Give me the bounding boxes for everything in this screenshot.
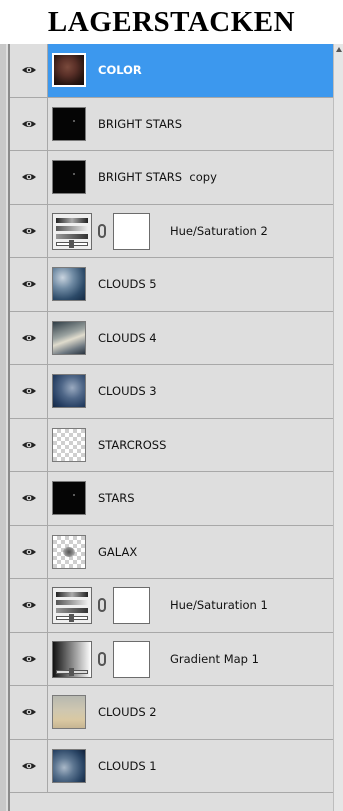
- layer-thumbnail[interactable]: [52, 481, 86, 515]
- layer-row[interactable]: BRIGHT STARS: [10, 97, 333, 151]
- panel-left-strip: [0, 44, 6, 811]
- layer-mask-thumbnail[interactable]: [113, 587, 150, 624]
- adjustment-bar: [56, 233, 88, 239]
- layers-panel: COLOR BRIGHT STARS BRIGHT STARS copy Hue/Sa…: [0, 44, 343, 811]
- layer-name: STARCROSS: [98, 437, 167, 452]
- layer-row[interactable]: STARCROSS: [10, 418, 333, 472]
- layer-row[interactable]: CLOUDS 3: [10, 365, 333, 419]
- layer-row[interactable]: Hue/Saturation 1: [10, 579, 333, 633]
- layer-thumbnail[interactable]: [52, 374, 86, 408]
- chain-link-icon[interactable]: [98, 223, 106, 238]
- layer-name: Gradient Map 1: [170, 651, 259, 666]
- layer-list: COLOR BRIGHT STARS BRIGHT STARS copy Hue/Sa…: [10, 44, 333, 793]
- layer-name: CLOUDS 3: [98, 384, 157, 399]
- eye-icon[interactable]: [10, 365, 48, 418]
- hue-saturation-icon[interactable]: [52, 212, 92, 250]
- layer-row[interactable]: COLOR: [10, 44, 333, 98]
- adjustment-slider-icon: [56, 239, 88, 248]
- layer-thumbnail[interactable]: [52, 53, 86, 87]
- layer-mask-thumbnail[interactable]: [113, 640, 150, 678]
- adjustment-bar: [56, 217, 88, 223]
- layer-thumbnail[interactable]: [52, 748, 86, 783]
- layer-row[interactable]: CLOUDS 1: [10, 739, 333, 793]
- layer-row[interactable]: GALAX: [10, 525, 333, 579]
- layer-name: CLOUDS 5: [98, 277, 157, 292]
- eye-icon[interactable]: [10, 204, 48, 257]
- layer-row[interactable]: STARS: [10, 472, 333, 526]
- layer-row[interactable]: Hue/Saturation 2: [10, 204, 333, 258]
- adjustment-bar: [56, 592, 88, 597]
- page-title: LAGERSTACKEN: [47, 6, 296, 38]
- layer-name: Hue/Saturation 1: [170, 598, 268, 613]
- layer-row[interactable]: CLOUDS 4: [10, 311, 333, 365]
- adjustment-bar: [56, 600, 88, 605]
- layer-name: BRIGHT STARS copy: [98, 170, 217, 185]
- galaxy-shape: [63, 546, 75, 557]
- layer-thumbnail[interactable]: [52, 695, 86, 729]
- layer-row[interactable]: CLOUDS 5: [10, 258, 333, 312]
- layer-name: COLOR: [98, 63, 142, 78]
- layer-name: CLOUDS 2: [98, 705, 157, 720]
- adjustment-bar: [56, 225, 88, 231]
- layer-row[interactable]: BRIGHT STARS copy: [10, 151, 333, 205]
- eye-icon[interactable]: [10, 525, 48, 578]
- layer-thumbnail[interactable]: [52, 427, 86, 462]
- layer-name: CLOUDS 1: [98, 758, 157, 773]
- adjustment-bar: [56, 608, 88, 613]
- eye-icon[interactable]: [10, 97, 48, 150]
- layer-name: GALAX: [98, 544, 138, 559]
- adjustment-slider-icon: [56, 667, 88, 676]
- eye-icon[interactable]: [10, 44, 48, 97]
- layer-name: STARS: [98, 491, 135, 506]
- eye-icon[interactable]: [10, 579, 48, 632]
- eye-icon[interactable]: [10, 151, 48, 204]
- layer-row[interactable]: Gradient Map 1: [10, 632, 333, 686]
- adjustment-slider-icon: [56, 614, 88, 622]
- layer-thumbnail[interactable]: [52, 267, 86, 301]
- layer-mask-thumbnail[interactable]: [113, 212, 150, 250]
- scrollbar[interactable]: [333, 44, 343, 811]
- eye-icon[interactable]: [10, 418, 48, 471]
- scroll-up-arrow-icon[interactable]: [336, 47, 342, 52]
- chain-link-icon[interactable]: [98, 598, 106, 612]
- eye-icon[interactable]: [10, 258, 48, 311]
- gradient-map-icon[interactable]: [52, 640, 92, 678]
- eye-icon[interactable]: [10, 739, 48, 792]
- layer-thumbnail[interactable]: [52, 106, 86, 141]
- layer-thumbnail[interactable]: [52, 160, 86, 194]
- layer-thumbnail[interactable]: [52, 534, 86, 569]
- eye-icon[interactable]: [10, 472, 48, 525]
- eye-icon[interactable]: [10, 632, 48, 685]
- layer-name: BRIGHT STARS: [98, 116, 183, 131]
- eye-icon[interactable]: [10, 311, 48, 364]
- layer-name: CLOUDS 4: [98, 330, 157, 345]
- eye-icon[interactable]: [10, 686, 48, 739]
- layer-name: Hue/Saturation 2: [170, 223, 268, 238]
- layer-thumbnail[interactable]: [52, 320, 86, 355]
- layer-row[interactable]: CLOUDS 2: [10, 686, 333, 740]
- hue-saturation-icon[interactable]: [52, 587, 92, 624]
- chain-link-icon[interactable]: [98, 651, 106, 666]
